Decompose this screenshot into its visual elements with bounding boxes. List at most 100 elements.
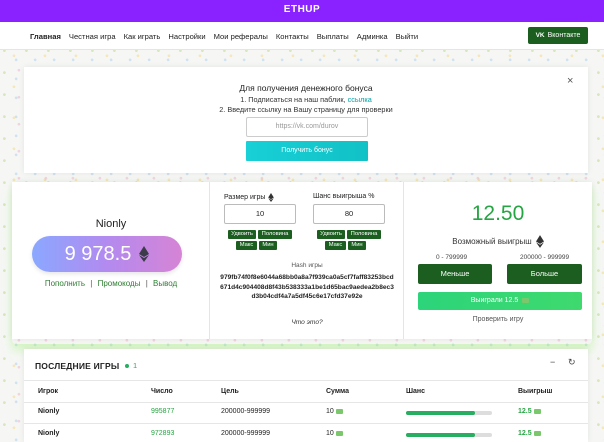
row-amount-value: 10 [326, 408, 334, 415]
chance-bar [406, 411, 492, 415]
ethereum-icon [139, 246, 150, 262]
row-target: 200000-999999 [221, 408, 271, 415]
nav-payouts[interactable]: Выплаты [317, 32, 349, 41]
recent-games-title: ПОСЛЕДНИЕ ИГРЫ [35, 361, 120, 371]
deposit-link[interactable]: Пополнить [45, 279, 85, 288]
chance-half-button[interactable]: Половина [347, 230, 381, 239]
recent-games-panel: ПОСЛЕДНИЕ ИГРЫ 1 − ↻ Игрок Число Цель Су… [24, 349, 588, 442]
nav-logout[interactable]: Выйти [396, 32, 419, 41]
hash-title: Hash игры [291, 262, 323, 269]
col-amount: Сумма [326, 388, 350, 395]
less-button[interactable]: Меньше [418, 264, 492, 284]
row-amount: 10 [326, 430, 343, 437]
public-link[interactable]: ссылка [348, 95, 372, 104]
divider [24, 423, 588, 424]
bet-size-label: Размер игры [224, 193, 275, 202]
row-number: 995877 [151, 408, 175, 415]
money-icon [522, 297, 530, 303]
nav-home[interactable]: Главная [30, 32, 61, 41]
bonus-step-1: 1. Подписаться на наш паблик, ссылка [24, 95, 588, 104]
bet-min-button[interactable]: Мин [259, 241, 277, 250]
range-low: 0 - 799999 [436, 254, 468, 261]
money-icon [533, 408, 541, 414]
chance-max-button[interactable]: Макс [325, 241, 346, 250]
game-hash: 979fb74f0f8e6044a68bb0a8a7f939ca0a5cf7fa… [220, 274, 394, 300]
nav-links: Главная Честная игра Как играть Настройк… [30, 32, 426, 41]
chance-min-button[interactable]: Мин [348, 241, 366, 250]
bet-double-button[interactable]: Удвоить [228, 230, 256, 239]
game-panel: Nionly 9 978.5 Пополнить | Промокоды | В… [12, 182, 592, 339]
nav-contacts[interactable]: Контакты [276, 32, 309, 41]
minimize-icon[interactable]: − [550, 357, 555, 367]
more-button[interactable]: Больше [507, 264, 582, 284]
nav-referrals[interactable]: Мои рефералы [214, 32, 268, 41]
row-win-value: 12.5 [518, 408, 532, 415]
chance-bar-fill [406, 433, 475, 437]
get-bonus-button[interactable]: Получить бонус [246, 141, 368, 161]
vk-icon: VK [535, 32, 545, 39]
divider [24, 402, 588, 403]
divider [24, 380, 588, 381]
bet-half-button[interactable]: Половина [258, 230, 292, 239]
refresh-icon[interactable]: ↻ [568, 357, 576, 368]
bonus-panel: × Для получения денежного бонуса 1. Подп… [24, 67, 588, 173]
money-icon [533, 430, 541, 436]
bet-section: Размер игры 10 Удвоить Половина Макс Мин… [210, 182, 404, 339]
separator: | [145, 279, 148, 288]
chance-input[interactable]: 80 [313, 204, 385, 224]
col-win: Выигрыш [518, 388, 553, 395]
possible-win-value: 12.50 [471, 202, 525, 225]
withdraw-link[interactable]: Вывод [153, 279, 177, 288]
money-icon [335, 430, 343, 436]
ethereum-icon [535, 235, 544, 248]
brand-title: ETHUP [283, 4, 321, 15]
verify-game-link[interactable]: Проверить игру [404, 316, 592, 323]
row-number: 972893 [151, 430, 175, 437]
possible-win-label-text: Возможный выигрыш [452, 237, 532, 246]
chance-bar-fill [406, 411, 475, 415]
brand-bar: ETHUP [0, 0, 604, 22]
vk-button[interactable]: VK Вконтакте [528, 27, 588, 44]
row-target: 200000-999999 [221, 430, 271, 437]
col-target: Цель [221, 388, 239, 395]
online-indicator-icon [125, 364, 129, 368]
bonus-step-1-text: 1. Подписаться на наш паблик, [240, 95, 346, 104]
chance-bar [406, 433, 492, 437]
chance-double-button[interactable]: Удвоить [317, 230, 345, 239]
col-player: Игрок [38, 388, 59, 395]
bet-size-input[interactable]: 10 [224, 204, 296, 224]
chance-label: Шанс выигрыша % [313, 193, 375, 200]
row-win: 12.5 [518, 408, 541, 415]
username: Nionly [95, 218, 127, 230]
bet-size-label-text: Размер игры [224, 194, 266, 201]
main-nav: Главная Честная игра Как играть Настройк… [0, 22, 604, 50]
separator: | [90, 279, 93, 288]
bonus-title: Для получения денежного бонуса [239, 83, 373, 93]
result-section: 12.50 Возможный выигрыш 0 - 799999 20000… [404, 182, 592, 339]
result-text: Выиграли 12.5 [470, 297, 519, 304]
result-banner: Выиграли 12.5 [418, 292, 582, 310]
row-win-value: 12.5 [518, 430, 532, 437]
col-number: Число [151, 388, 173, 395]
nav-how-to-play[interactable]: Как играть [124, 32, 161, 41]
bonus-step-2: 2. Введите ссылку на Вашу страницу для п… [219, 105, 393, 114]
player-section: Nionly 9 978.5 Пополнить | Промокоды | В… [12, 182, 210, 339]
row-win: 12.5 [518, 430, 541, 437]
possible-win-label: Возможный выигрыш [404, 235, 592, 248]
nav-settings[interactable]: Настройки [168, 32, 205, 41]
row-amount-value: 10 [326, 430, 334, 437]
bet-max-button[interactable]: Макс [236, 241, 257, 250]
vk-url-input[interactable]: https://vk.com/durov [246, 117, 368, 137]
range-high: 200000 - 999999 [520, 254, 570, 261]
col-chance: Шанс [406, 388, 426, 395]
vk-button-label: Вконтакте [547, 32, 581, 39]
nav-fair-game[interactable]: Честная игра [69, 32, 116, 41]
promocodes-link[interactable]: Промокоды [98, 279, 141, 288]
row-player: Nionly [38, 408, 60, 415]
hash-help-link[interactable]: Что это? [210, 319, 404, 326]
row-player: Nionly [38, 430, 60, 437]
account-links: Пополнить | Промокоды | Вывод [12, 279, 210, 288]
nav-admin[interactable]: Админка [357, 32, 388, 41]
row-amount: 10 [326, 408, 343, 415]
money-icon [335, 408, 343, 414]
